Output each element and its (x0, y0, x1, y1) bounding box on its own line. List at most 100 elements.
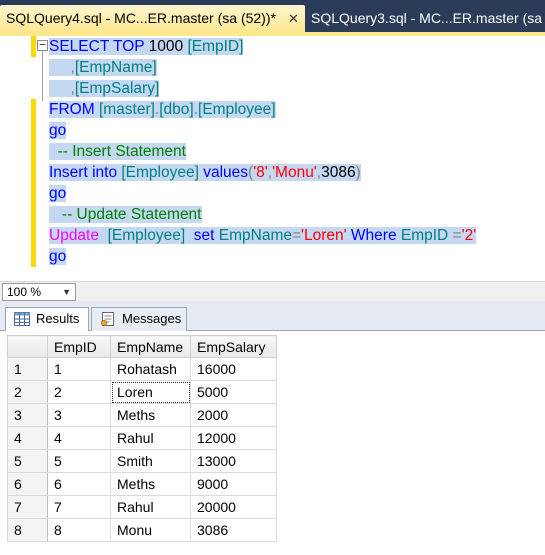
column-header-empid[interactable]: EmpID (47, 335, 111, 358)
close-icon[interactable]: ✕ (288, 5, 299, 32)
code-token: Insert into (49, 164, 122, 181)
code-line[interactable]: ,[EmpSalary] (49, 78, 160, 99)
cell-empsalary[interactable]: 9000 (190, 472, 277, 496)
selected-text: ,[EmpSalary] (49, 80, 160, 97)
tab-title: SQLQuery4.sql - MC...ER.master (sa (52))… (6, 10, 276, 26)
table-row[interactable]: 4 4 Rahul 12000 (7, 426, 277, 450)
cell-empsalary[interactable]: 12000 (190, 426, 277, 450)
code-line[interactable]: Insert into [Employee] values('8','Monu'… (49, 162, 361, 183)
cell-empsalary[interactable]: 20000 (190, 495, 277, 519)
cell-empname[interactable]: Monu (110, 518, 191, 542)
code-token: [Employee] (121, 164, 199, 181)
code-token: 'Loren' (301, 227, 347, 244)
selected-text: Update [Employee] set EmpName='Loren' Wh… (49, 227, 477, 244)
cell-empname[interactable]: Meths (110, 472, 191, 496)
row-number[interactable]: 3 (7, 403, 48, 427)
cell-empid[interactable]: 5 (47, 449, 111, 473)
selected-text: FROM [master].[dbo].[Employee] (49, 101, 276, 118)
tab-results[interactable]: Results (5, 307, 89, 332)
column-header-rownum[interactable] (7, 335, 48, 358)
cell-empid[interactable]: 2 (47, 380, 111, 404)
row-number[interactable]: 7 (7, 495, 48, 519)
zoom-value: 100 % (7, 285, 42, 299)
code-line[interactable]: FROM [master].[dbo].[Employee] (49, 99, 276, 120)
cell-empname[interactable]: Meths (110, 403, 191, 427)
editor-margin (0, 36, 30, 281)
cell-empid[interactable]: 7 (47, 495, 111, 519)
results-grid[interactable]: EmpID EmpName EmpSalary 1 1 Rohatash 16000 2… (0, 331, 545, 555)
messages-icon (101, 312, 114, 326)
table-row[interactable]: 1 1 Rohatash 16000 (7, 357, 277, 381)
zoom-select[interactable]: 100 % ▼ (2, 283, 76, 301)
code-line[interactable]: -- Insert Statement (49, 141, 186, 162)
row-number[interactable]: 6 (7, 472, 48, 496)
code-token: [EmpName] (74, 59, 157, 76)
table-row[interactable]: 8 8 Monu 3086 (7, 518, 277, 542)
cell-empid[interactable]: 3 (47, 403, 111, 427)
code-token: ) (355, 164, 361, 181)
selected-text: -- Update Statement (49, 206, 202, 223)
selected-text: SELECT TOP 1000 [EmpID] (49, 38, 244, 55)
code-line[interactable]: ,[EmpName] (49, 57, 157, 78)
code-token: Update (49, 227, 104, 244)
code-line[interactable]: go (49, 246, 67, 267)
tab-results-label: Results (36, 311, 80, 326)
cell-empsalary[interactable]: 16000 (190, 357, 277, 381)
code-token: 3086 (321, 164, 356, 181)
cell-empsalary[interactable]: 13000 (190, 449, 277, 473)
code-token: = (448, 227, 462, 244)
selected-text: ,[EmpName] (49, 59, 157, 76)
code-token: [master] (98, 101, 155, 118)
tab-sqlquery3[interactable]: SQLQuery3.sql - MC...ER.master (sa ( (308, 5, 545, 32)
chevron-down-icon: ▼ (62, 287, 71, 297)
tab-messages[interactable]: Messages (91, 307, 187, 332)
code-token: [EmpID] (183, 38, 244, 55)
cell-empname[interactable]: Rohatash (110, 357, 191, 381)
cell-empsalary[interactable]: 3086 (190, 518, 277, 542)
sql-editor[interactable]: − SELECT TOP 1000 [EmpID] ,[EmpName] ,[E… (0, 36, 545, 281)
collapse-icon[interactable]: − (37, 39, 48, 51)
cell-empsalary[interactable]: 5000 (190, 380, 277, 404)
cell-empid[interactable]: 8 (47, 518, 111, 542)
row-number[interactable]: 4 (7, 426, 48, 450)
cell-empid[interactable]: 1 (47, 357, 111, 381)
code-line[interactable]: SELECT TOP 1000 [EmpID] (49, 36, 244, 57)
cell-empname[interactable]: Rahul (110, 495, 191, 519)
code-token: '2' (461, 227, 477, 244)
code-line[interactable]: -- Update Statement (49, 204, 202, 225)
code-token: EmpName (218, 227, 292, 244)
code-token: values (198, 164, 249, 181)
code-token: SELECT TOP (49, 38, 149, 55)
row-number[interactable]: 2 (7, 380, 48, 404)
horizontal-scrollbar[interactable] (80, 285, 540, 299)
code-line[interactable]: go (49, 183, 67, 204)
cell-empname[interactable]: Loren (110, 380, 191, 404)
code-token: go (49, 185, 67, 202)
cell-empid[interactable]: 6 (47, 472, 111, 496)
row-number[interactable]: 1 (7, 357, 48, 381)
tab-sqlquery4[interactable]: SQLQuery4.sql - MC...ER.master (sa (52))… (0, 5, 305, 32)
header-row: EmpID EmpName EmpSalary (7, 335, 277, 358)
code-line[interactable]: Update [Employee] set EmpName='Loren' Wh… (49, 225, 477, 246)
row-number[interactable]: 5 (7, 449, 48, 473)
column-header-empname[interactable]: EmpName (110, 335, 191, 358)
column-header-empsalary[interactable]: EmpSalary (190, 335, 277, 358)
tab-messages-label: Messages (122, 311, 182, 326)
selected-text: go (49, 248, 67, 265)
change-indicator (31, 99, 36, 267)
cell-empid[interactable]: 4 (47, 426, 111, 450)
code-token: 1000 (148, 38, 184, 55)
table-row[interactable]: 2 2 Loren 5000 (7, 380, 277, 404)
row-number[interactable]: 8 (7, 518, 48, 542)
code-line[interactable]: go (49, 120, 67, 141)
cell-empsalary[interactable]: 2000 (190, 403, 277, 427)
table-row[interactable]: 6 6 Meths 9000 (7, 472, 277, 496)
table-row[interactable]: 5 5 Smith 13000 (7, 449, 277, 473)
cell-empname[interactable]: Smith (110, 449, 191, 473)
code-token: -- Update Statement (49, 206, 202, 223)
results-table: EmpID EmpName EmpSalary 1 1 Rohatash 16000 2… (7, 335, 277, 542)
code-token: [dbo] (159, 101, 194, 118)
table-row[interactable]: 3 3 Meths 2000 (7, 403, 277, 427)
cell-empname[interactable]: Rahul (110, 426, 191, 450)
table-row[interactable]: 7 7 Rahul 20000 (7, 495, 277, 519)
